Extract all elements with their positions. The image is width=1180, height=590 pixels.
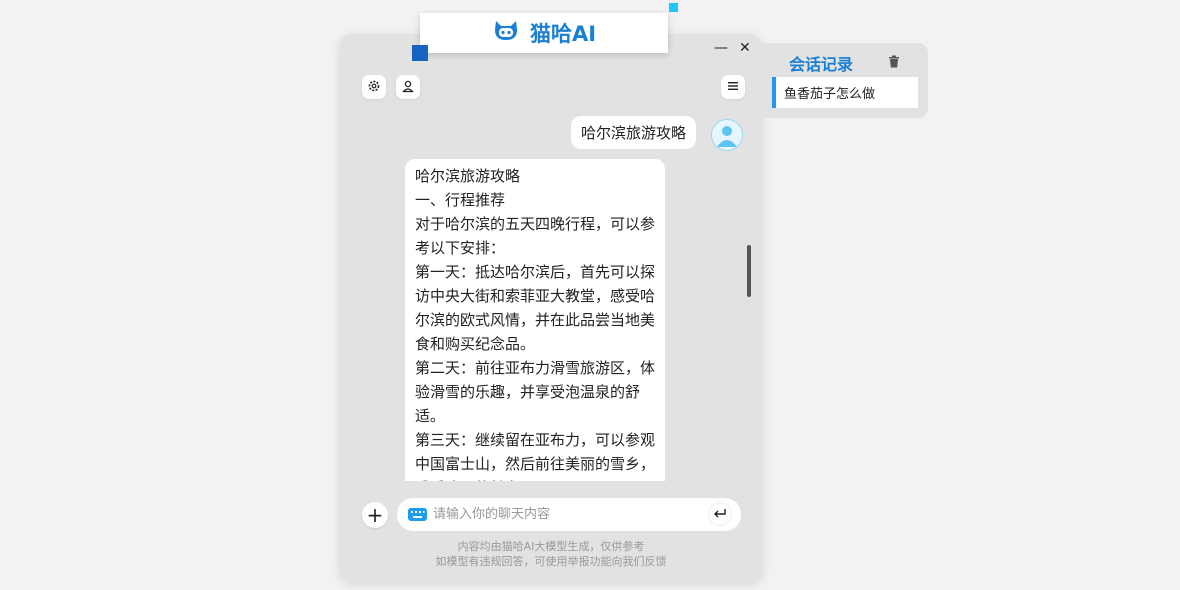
user-message: 哈尔滨旅游攻略	[571, 116, 697, 149]
user-avatar-icon	[711, 119, 743, 151]
menu-icon	[726, 78, 740, 97]
history-title: 会话记录	[789, 55, 854, 74]
minimize-button[interactable]: —	[714, 40, 728, 56]
keyboard-icon	[408, 508, 427, 521]
enter-icon	[713, 505, 727, 524]
add-button[interactable]: +	[362, 502, 388, 528]
title-tab: 猫哈AI	[420, 13, 668, 53]
history-panel: 会话记录 鱼香茄子怎么做	[763, 43, 928, 118]
menu-button[interactable]	[721, 75, 745, 99]
chat-input-box	[397, 498, 741, 531]
app-title: 猫哈AI	[529, 22, 597, 46]
assistant-message-text: 哈尔滨旅游攻略 一、行程推荐 对于哈尔滨的五天四晚行程，可以参考以下安排： 第一…	[415, 167, 656, 481]
decorative-square-small	[669, 3, 678, 12]
disclaimer-line-2: 如模型有违规回答，可使用举报功能向我们反馈	[435, 555, 667, 568]
assistant-message: 哈尔滨旅游攻略 一、行程推荐 对于哈尔滨的五天四晚行程，可以参考以下安排： 第一…	[405, 159, 665, 481]
send-button[interactable]	[709, 503, 731, 525]
trash-icon[interactable]	[888, 53, 900, 72]
disclaimer-line-1: 内容均由猫哈AI大模型生成，仅供参考	[457, 540, 645, 553]
robot-logo-icon	[492, 18, 520, 48]
gear-icon	[367, 78, 381, 97]
chat-input[interactable]	[431, 506, 695, 523]
settings-button[interactable]	[362, 75, 386, 99]
history-item[interactable]: 鱼香茄子怎么做	[772, 77, 918, 108]
chat-scrollbar[interactable]	[747, 245, 751, 297]
profile-button[interactable]	[396, 75, 420, 99]
user-icon	[401, 78, 415, 97]
decorative-square	[412, 45, 428, 61]
close-button[interactable]: ✕	[739, 40, 751, 56]
